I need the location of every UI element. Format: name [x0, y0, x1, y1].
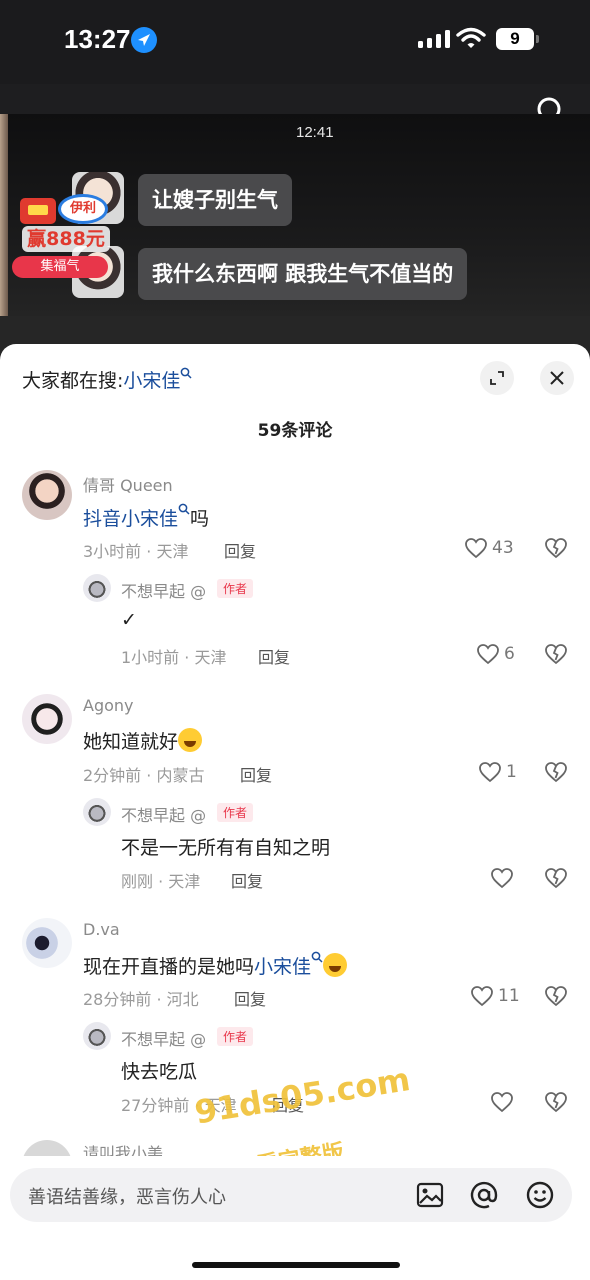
- image-icon[interactable]: [414, 1179, 446, 1211]
- input-placeholder: 善语结善缘，恶言伤人心: [28, 1187, 226, 1208]
- avatar[interactable]: [22, 694, 72, 744]
- location-arrow-icon: [131, 27, 157, 53]
- comment-author[interactable]: 倩哥 Queen: [83, 472, 173, 496]
- reply-button[interactable]: 回复: [240, 762, 272, 786]
- reply-author[interactable]: 不想早起 @: [121, 1026, 206, 1050]
- avatar[interactable]: [22, 918, 72, 968]
- reply-text: 快去吃瓜: [121, 1061, 198, 1083]
- like-button[interactable]: [490, 1090, 516, 1114]
- broken-heart-icon[interactable]: [544, 1090, 568, 1114]
- video-clock: 12:41: [296, 124, 334, 141]
- gift-tin-icon: [20, 198, 56, 224]
- reply-avatar[interactable]: [83, 798, 111, 826]
- broken-heart-icon[interactable]: [544, 642, 568, 666]
- at-icon[interactable]: [468, 1179, 500, 1211]
- promo-amount: 赢888元: [22, 226, 110, 252]
- like-count: 6: [504, 644, 515, 664]
- author-tag: 作者: [217, 1027, 254, 1046]
- expand-icon: [490, 371, 504, 385]
- comment-keyword[interactable]: 小宋佳: [121, 508, 178, 530]
- like-count: 43: [492, 538, 514, 558]
- comment-meta: 28分钟前 · 河北: [83, 990, 199, 1009]
- comment-meta: 3小时前 · 天津: [83, 542, 189, 561]
- chat-bubble: 我什么东西啊 跟我生气不值当的: [138, 248, 468, 300]
- reply-author[interactable]: 不想早起 @: [121, 578, 206, 602]
- comment-text: 现在开直播的是她吗小宋佳: [83, 951, 348, 979]
- like-count: 11: [498, 986, 520, 1006]
- close-icon: [550, 371, 564, 385]
- reply-button[interactable]: 回复: [224, 538, 256, 562]
- search-mini-icon: [181, 367, 192, 379]
- reply-avatar[interactable]: [83, 574, 111, 602]
- expand-button[interactable]: [480, 361, 514, 395]
- reply-meta: 1小时前 · 天津: [121, 648, 227, 667]
- sweat-smile-emoji-icon: [323, 953, 348, 977]
- comment-count: 59条评论: [257, 421, 333, 441]
- laughing-emoji-icon: [178, 728, 203, 752]
- trending-keyword[interactable]: 小宋佳: [123, 370, 180, 392]
- comment-text: 她知道就好: [83, 727, 203, 754]
- like-button[interactable]: 1: [478, 760, 528, 784]
- reply-button[interactable]: 回复: [258, 644, 290, 668]
- comment-keyword[interactable]: 小宋佳: [254, 956, 311, 978]
- promo-label: 集福气: [12, 256, 108, 278]
- heart-icon: [479, 762, 501, 783]
- broken-heart-icon[interactable]: [544, 536, 568, 560]
- comment-text-prefix: 现在开直播的是她吗: [83, 956, 255, 978]
- heart-icon: [491, 1092, 513, 1113]
- heart-icon: [477, 644, 499, 665]
- broken-heart-icon[interactable]: [544, 866, 568, 890]
- reply-button[interactable]: 回复: [234, 986, 266, 1010]
- close-button[interactable]: [540, 361, 574, 395]
- heart-icon: [471, 986, 493, 1007]
- status-time: 13:27: [64, 24, 131, 54]
- comment-text: 抖音小宋佳吗: [83, 503, 209, 531]
- author-tag: 作者: [217, 579, 254, 598]
- heart-icon: [465, 538, 487, 559]
- brand-logo: 伊利: [58, 194, 108, 224]
- comment-input-bar: 善语结善缘，恶言伤人心: [0, 1156, 590, 1280]
- search-mini-icon: [178, 503, 190, 515]
- like-count: 1: [506, 762, 517, 782]
- wifi-icon: [456, 27, 486, 48]
- comment-meta: 2分钟前 · 内蒙古: [83, 766, 205, 785]
- broken-heart-icon[interactable]: [544, 984, 568, 1008]
- reply-button[interactable]: 回复: [231, 868, 263, 892]
- home-indicator: [192, 1262, 400, 1268]
- like-button[interactable]: 43: [464, 536, 524, 560]
- status-bar: 13:27 9: [0, 0, 590, 84]
- author-tag: 作者: [217, 803, 254, 822]
- reply-avatar[interactable]: [83, 1022, 111, 1050]
- reply-meta: 刚刚 · 天津: [121, 872, 201, 891]
- trending-label: 大家都在搜:: [22, 370, 124, 392]
- like-button[interactable]: 6: [476, 642, 526, 666]
- chat-bubble: 让嫂子别生气: [138, 174, 292, 226]
- like-button[interactable]: [490, 866, 516, 890]
- comment-author[interactable]: Agony: [83, 696, 134, 715]
- trending-search[interactable]: 大家都在搜:小宋佳: [22, 366, 192, 393]
- comment-author[interactable]: D.va: [83, 920, 120, 939]
- battery-icon: 9: [496, 28, 539, 50]
- search-mini-icon: [311, 951, 323, 963]
- emoji-icon[interactable]: [524, 1179, 556, 1211]
- broken-heart-icon[interactable]: [544, 760, 568, 784]
- comment-input[interactable]: 善语结善缘，恶言伤人心: [10, 1168, 572, 1222]
- like-button[interactable]: 11: [470, 984, 526, 1008]
- signal-icon: [418, 30, 450, 48]
- video-top: [0, 84, 590, 114]
- reply-text: ✓: [121, 609, 137, 631]
- comment-text-body: 她知道就好: [83, 731, 179, 753]
- heart-icon: [491, 868, 513, 889]
- comment-text-suffix: 吗: [190, 508, 210, 530]
- promo-badge[interactable]: 伊利 赢888元 集福气: [10, 192, 110, 280]
- comment-text-prefix[interactable]: 抖音: [83, 508, 121, 530]
- reply-text: 不是一无所有有自知之明: [121, 837, 331, 859]
- reply-author[interactable]: 不想早起 @: [121, 802, 206, 826]
- avatar[interactable]: [22, 470, 72, 520]
